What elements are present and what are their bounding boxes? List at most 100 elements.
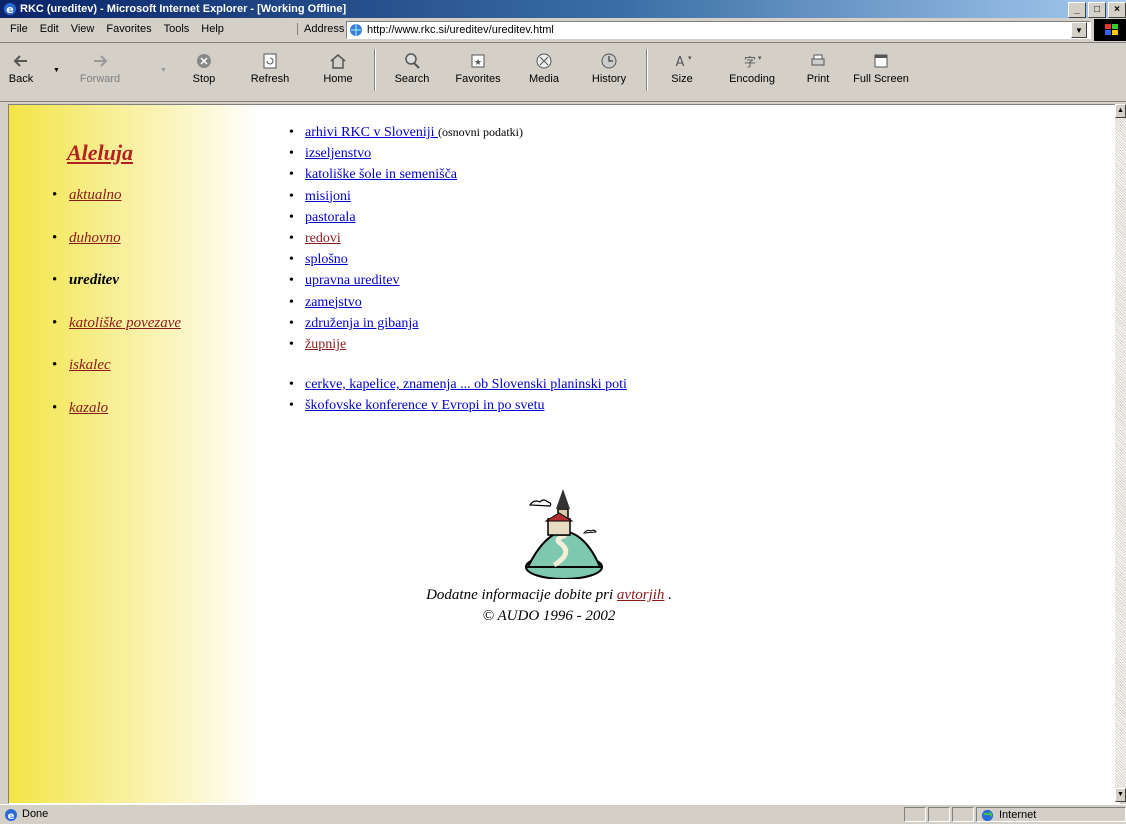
- history-icon: [601, 53, 617, 69]
- history-button[interactable]: History: [586, 43, 632, 97]
- menu-help[interactable]: Help: [195, 23, 230, 35]
- brand-link[interactable]: Aleluja: [67, 140, 133, 166]
- svg-text:▾: ▾: [688, 54, 692, 62]
- list-item: zamejstvo: [287, 295, 523, 316]
- link-zdruzenja[interactable]: združenja in gibanja: [305, 316, 419, 331]
- nav-link-iskalec[interactable]: iskalec: [69, 357, 111, 373]
- menu-edit[interactable]: Edit: [34, 23, 65, 35]
- svg-text:e: e: [6, 3, 13, 16]
- vertical-scrollbar[interactable]: ▲ ▼: [1115, 104, 1126, 802]
- link-skofovske-konference[interactable]: škofovske konference v Evropi in po svet…: [305, 398, 545, 413]
- link-pastorala[interactable]: pastorala: [305, 210, 356, 225]
- status-panel-empty: [904, 807, 926, 822]
- extra-links: cerkve, kapelice, znamenja ... ob Sloven…: [287, 377, 627, 419]
- nav-link-kazalo[interactable]: kazalo: [69, 400, 108, 416]
- forward-dropdown-icon[interactable]: ▼: [160, 67, 167, 74]
- nav-item-katoliske-povezave: katoliške povezave: [49, 315, 181, 358]
- link-misijoni[interactable]: misijoni: [305, 189, 351, 204]
- list-item: katoliške šole in semenišča: [287, 167, 523, 188]
- church-hill-logo: [525, 489, 603, 579]
- link-upravna-ureditev[interactable]: upravna ureditev: [305, 273, 399, 288]
- back-button[interactable]: Back: [4, 43, 38, 97]
- svg-text:A: A: [676, 55, 685, 70]
- status-panel-empty: [928, 807, 950, 822]
- close-button[interactable]: ×: [1108, 2, 1126, 18]
- media-icon: [536, 53, 552, 69]
- address-field[interactable]: http://www.rkc.si/ureditev/ureditev.html: [346, 21, 1091, 39]
- address-label: Address: [297, 23, 344, 35]
- nav-link-aktualno[interactable]: aktualno: [69, 187, 122, 203]
- list-item: splošno: [287, 252, 523, 273]
- status-text: Done: [22, 808, 49, 820]
- list-item: cerkve, kapelice, znamenja ... ob Sloven…: [287, 377, 627, 398]
- print-button[interactable]: Print: [800, 43, 836, 97]
- list-item: redovi: [287, 231, 523, 252]
- minimize-button[interactable]: _: [1068, 2, 1086, 18]
- authors-link[interactable]: avtorjih: [617, 587, 665, 603]
- nav-item-kazalo: kazalo: [49, 400, 181, 443]
- nav-item-duhovno: duhovno: [49, 230, 181, 273]
- stop-label: Stop: [192, 73, 216, 85]
- page-viewport: Aleluja aktualno duhovno ureditev katoli…: [8, 104, 1120, 804]
- full-screen-button[interactable]: Full Screen: [850, 43, 912, 97]
- menu-file[interactable]: File: [4, 23, 34, 35]
- status-panel-empty: [952, 807, 974, 822]
- nav-link-katoliske-povezave[interactable]: katoliške povezave: [69, 315, 181, 331]
- search-button[interactable]: Search: [388, 43, 436, 97]
- scroll-up-button[interactable]: ▲: [1115, 104, 1126, 118]
- stop-button[interactable]: Stop: [186, 43, 222, 97]
- status-panel: e Done: [2, 807, 902, 822]
- refresh-label: Refresh: [250, 73, 290, 85]
- size-button[interactable]: A ▾ Size: [662, 43, 702, 97]
- security-zone: Internet: [976, 807, 1126, 822]
- forward-button[interactable]: Forward: [70, 43, 130, 97]
- link-zupnije[interactable]: župnije: [305, 337, 346, 352]
- page-icon: [350, 24, 362, 36]
- list-item: škofovske konference v Evropi in po svet…: [287, 398, 627, 419]
- list-item: upravna ureditev: [287, 273, 523, 294]
- link-cerkve-kapelice[interactable]: cerkve, kapelice, znamenja ... ob Sloven…: [305, 377, 627, 392]
- toolbar: Back ▼ Forward ▼ Stop Refresh Home Searc…: [0, 43, 1126, 102]
- media-button[interactable]: Media: [524, 43, 564, 97]
- favorites-icon: ★: [471, 54, 485, 68]
- home-button[interactable]: Home: [316, 43, 360, 97]
- svg-text:e: e: [8, 811, 15, 822]
- ie-logo-icon: e: [4, 3, 16, 16]
- menu-tools[interactable]: Tools: [158, 23, 196, 35]
- link-katoliske-sole[interactable]: katoliške šole in semenišča: [305, 167, 457, 182]
- list-item: pastorala: [287, 210, 523, 231]
- copyright: © AUDO 1996 - 2002: [482, 608, 616, 624]
- back-dropdown-icon[interactable]: ▼: [53, 67, 60, 74]
- back-label: Back: [8, 73, 34, 85]
- nav-current-ureditev: ureditev: [69, 272, 119, 288]
- svg-text:★: ★: [474, 58, 482, 68]
- nav-item-aktualno: aktualno: [49, 187, 181, 230]
- link-izseljenstvo[interactable]: izseljenstvo: [305, 146, 371, 161]
- svg-text:▾: ▾: [758, 54, 762, 62]
- footer-text: Dodatne informacije dobite pri: [426, 587, 617, 603]
- encoding-label: Encoding: [729, 73, 775, 85]
- home-icon: [330, 54, 346, 69]
- scroll-down-button[interactable]: ▼: [1115, 788, 1126, 802]
- title-bar: e RKC (ureditev) - Microsoft Internet Ex…: [0, 0, 1126, 18]
- search-icon: [405, 53, 420, 69]
- status-bar: e Done Internet: [0, 804, 1126, 824]
- link-splosno[interactable]: splošno: [305, 252, 348, 267]
- size-label: Size: [671, 73, 693, 85]
- link-zamejstvo[interactable]: zamejstvo: [305, 295, 362, 310]
- media-label: Media: [529, 73, 559, 85]
- encoding-button[interactable]: 字 ▾ Encoding: [724, 43, 780, 97]
- footer-info: Dodatne informacije dobite pri avtorjih …: [309, 585, 789, 606]
- link-redovi[interactable]: redovi: [305, 231, 341, 246]
- favorites-button[interactable]: ★ Favorites: [450, 43, 506, 97]
- full-screen-icon: [874, 54, 888, 68]
- maximize-button[interactable]: □: [1088, 2, 1106, 18]
- refresh-button[interactable]: Refresh: [245, 43, 295, 97]
- address-dropdown-button[interactable]: ▼: [1071, 22, 1087, 38]
- nav-link-duhovno[interactable]: duhovno: [69, 230, 121, 246]
- link-arhivi[interactable]: arhivi RKC v Sloveniji: [305, 125, 438, 140]
- list-item: župnije: [287, 337, 523, 358]
- menu-view[interactable]: View: [65, 23, 101, 35]
- zone-label: Internet: [999, 809, 1037, 821]
- menu-favorites[interactable]: Favorites: [100, 23, 157, 35]
